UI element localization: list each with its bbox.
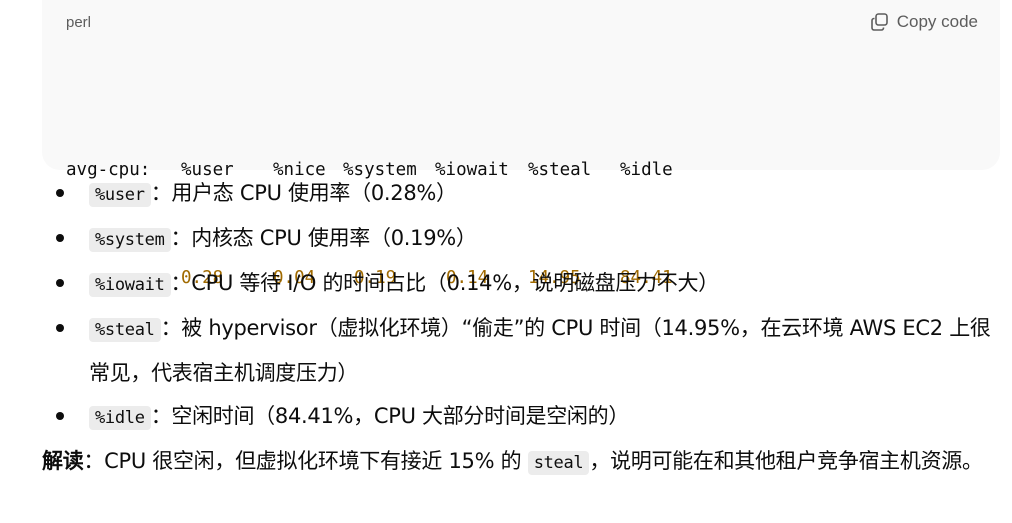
copy-code-button[interactable]: Copy code [870,12,978,32]
list-item: %user ：用户态 CPU 使用率（0.28%） [0,172,1000,217]
inline-code: %system [89,228,171,252]
summary-paragraph: 解读：CPU 很空闲，但虚拟化环境下有接近 15% 的 steal ，说明可能在和… [42,440,1002,485]
inline-code: %idle [89,406,151,430]
copy-code-label: Copy code [896,12,978,31]
summary-text-after: ，说明可能在和其他租户竞争宿主机资源。 [589,449,983,473]
summary-label: 解读 [42,449,84,473]
inline-code: %iowait [89,273,171,297]
list-item-text: ：被 hypervisor（虚拟化环境）“偷走”的 CPU 时间（14.95%，… [89,316,991,385]
list-item: %system ：内核态 CPU 使用率（0.19%） [0,217,1000,262]
list-item-text: ：CPU 等待 I/O 的时间占比（0.14%，说明磁盘压力不大） [170,271,720,295]
inline-code: steal [527,451,590,475]
list-item: %steal ：被 hypervisor（虚拟化环境）“偷走”的 CPU 时间（1… [0,307,1000,395]
list-item: %idle ：空闲时间（84.41%，CPU 大部分时间是空闲的） [0,395,1000,440]
code-language-label: perl [66,14,92,31]
copy-icon [870,12,890,32]
list-item-text: ：用户态 CPU 使用率（0.28%） [150,181,457,205]
list-item-text: ：内核态 CPU 使用率（0.19%） [170,226,477,250]
metric-list: %user ：用户态 CPU 使用率（0.28%） %system ：内核态 CPU… [0,172,1000,440]
list-item: %iowait ：CPU 等待 I/O 的时间占比（0.14%，说明磁盘压力不大） [0,262,1000,307]
summary-text-before: ：CPU 很空闲，但虚拟化环境下有接近 15% 的 [83,449,528,473]
code-block: perl Copy code avg-cpu: %user %nice %sys… [42,0,1000,288]
inline-code: %user [89,183,151,207]
inline-code: %steal [89,318,161,342]
list-item-text: ：空闲时间（84.41%，CPU 大部分时间是空闲的） [150,404,630,428]
